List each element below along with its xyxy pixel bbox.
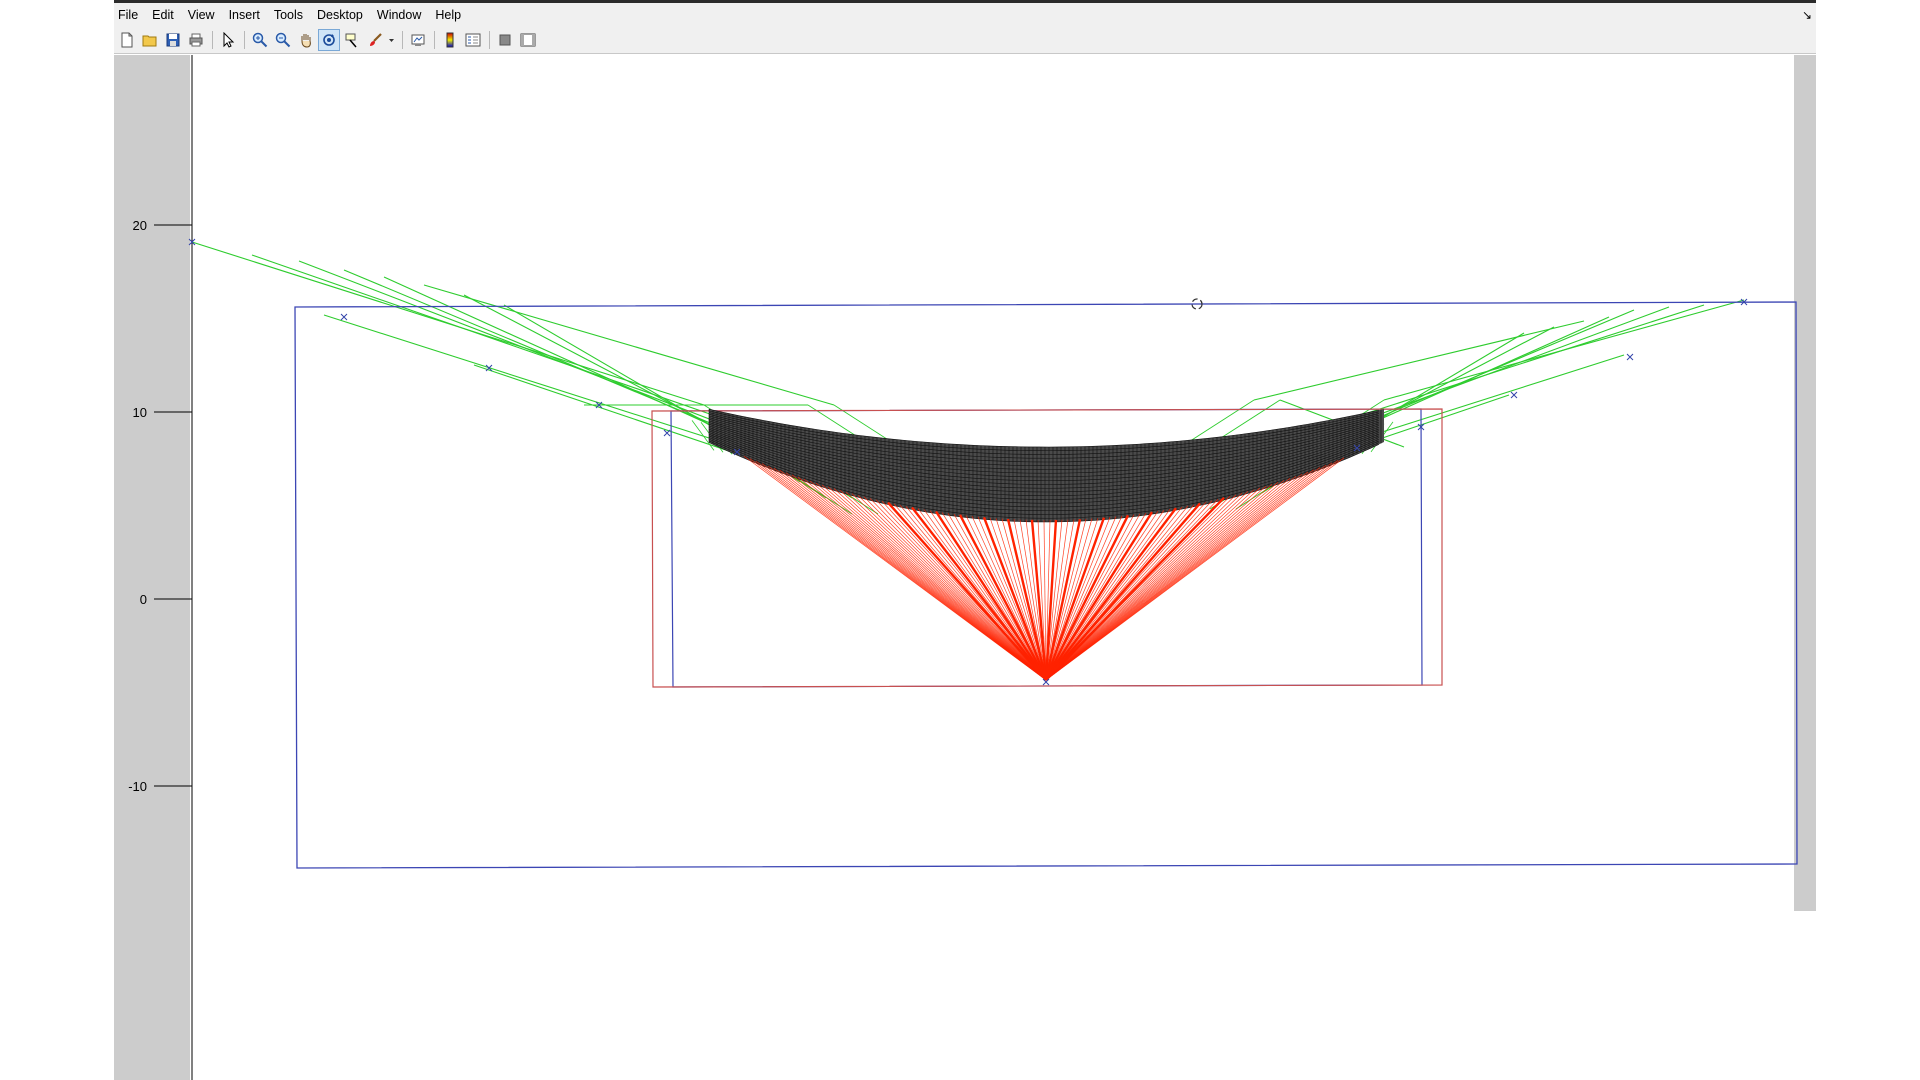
dock-arrow-icon[interactable]: ↘ [1802,8,1812,22]
ray-marker [1626,353,1634,361]
menu-file[interactable]: File [114,3,147,27]
incident-ray [893,503,1047,681]
colorbar-icon [446,32,454,48]
edit-plot-button[interactable] [217,29,239,51]
show-plot-tools-button[interactable] [517,29,539,51]
bounding-boxes [294,301,1798,869]
zoom-out-icon [275,32,291,48]
toolbar-separator [402,31,403,49]
y-tick-label: 10 [133,405,147,420]
insert-colorbar-button[interactable] [439,29,461,51]
incident-ray [1045,496,1231,681]
brush-dropdown-button[interactable] [387,29,397,51]
ray-marker [340,313,348,321]
figure-canvas[interactable]: 3020100-10 [114,55,1816,1080]
plot-axes[interactable]: 3020100-10 [114,55,1816,1080]
menu-bar: File Edit View Insert Tools Desktop Wind… [114,3,1816,27]
toolbar-separator [212,31,213,49]
reflected-ray [323,314,757,454]
pan-button[interactable] [295,29,317,51]
incident-ray [1045,502,1201,681]
reflected-ray [1253,320,1585,401]
reflected-ray [423,284,835,406]
reflected-ray [1357,304,1705,417]
figure-window: File Edit View Insert Tools Desktop Wind… [114,0,1816,1080]
show-tools-icon [520,33,536,47]
zoom-out-button[interactable] [272,29,294,51]
insert-legend-button[interactable] [462,29,484,51]
zoom-in-icon [252,32,268,48]
reflected-ray [503,304,731,438]
incident-ray [869,498,1047,681]
incident-ray [941,512,1047,681]
hand-icon [301,34,311,48]
rotate-icon [323,34,335,46]
toolbar-separator [434,31,435,49]
figure-toolbar [114,27,1816,54]
reflected-ray [1383,326,1555,417]
save-figure-button[interactable] [162,29,184,51]
zoom-in-button[interactable] [249,29,271,51]
arrow-cursor-icon [223,32,235,48]
print-icon [189,33,203,47]
incident-ray [1045,501,1207,681]
hide-tools-icon [499,34,511,46]
reflected-ray [251,254,731,422]
menu-view[interactable]: View [183,3,224,27]
menu-edit[interactable]: Edit [147,3,183,27]
incident-ray [1045,494,1237,681]
link-plot-icon [411,34,425,46]
hide-plot-tools-button[interactable] [494,29,516,51]
menu-desktop[interactable]: Desktop [312,3,372,27]
brush-icon [370,33,382,46]
y-tick-label: 20 [133,218,147,233]
y-tick-label: 0 [140,592,147,607]
ray-marker [1510,391,1518,399]
y-tick-label: -10 [128,779,147,794]
toolbar-separator [489,31,490,49]
legend-icon [465,33,481,47]
menu-help[interactable]: Help [430,3,470,27]
incident-ray [863,496,1047,681]
menu-insert[interactable]: Insert [224,3,269,27]
folder-open-icon [142,35,157,47]
link-plot-button[interactable] [407,29,429,51]
print-figure-button[interactable] [185,29,207,51]
data-cursor-button[interactable] [341,29,363,51]
menu-window[interactable]: Window [372,3,430,27]
open-file-button[interactable] [139,29,161,51]
y-axis-ticks: 3020100-10 [128,218,192,794]
new-figure-button[interactable] [116,29,138,51]
chevron-down-icon [389,39,394,42]
outer-box [294,301,1798,869]
rotate-3d-button[interactable] [318,29,340,51]
toolbar-separator [244,31,245,49]
menu-tools[interactable]: Tools [269,3,312,27]
incident-ray [899,504,1047,681]
save-icon [166,33,180,47]
ray-marker [663,429,671,437]
data-cursor-icon [345,33,357,48]
brush-button[interactable] [364,29,386,51]
new-file-icon [121,32,133,48]
